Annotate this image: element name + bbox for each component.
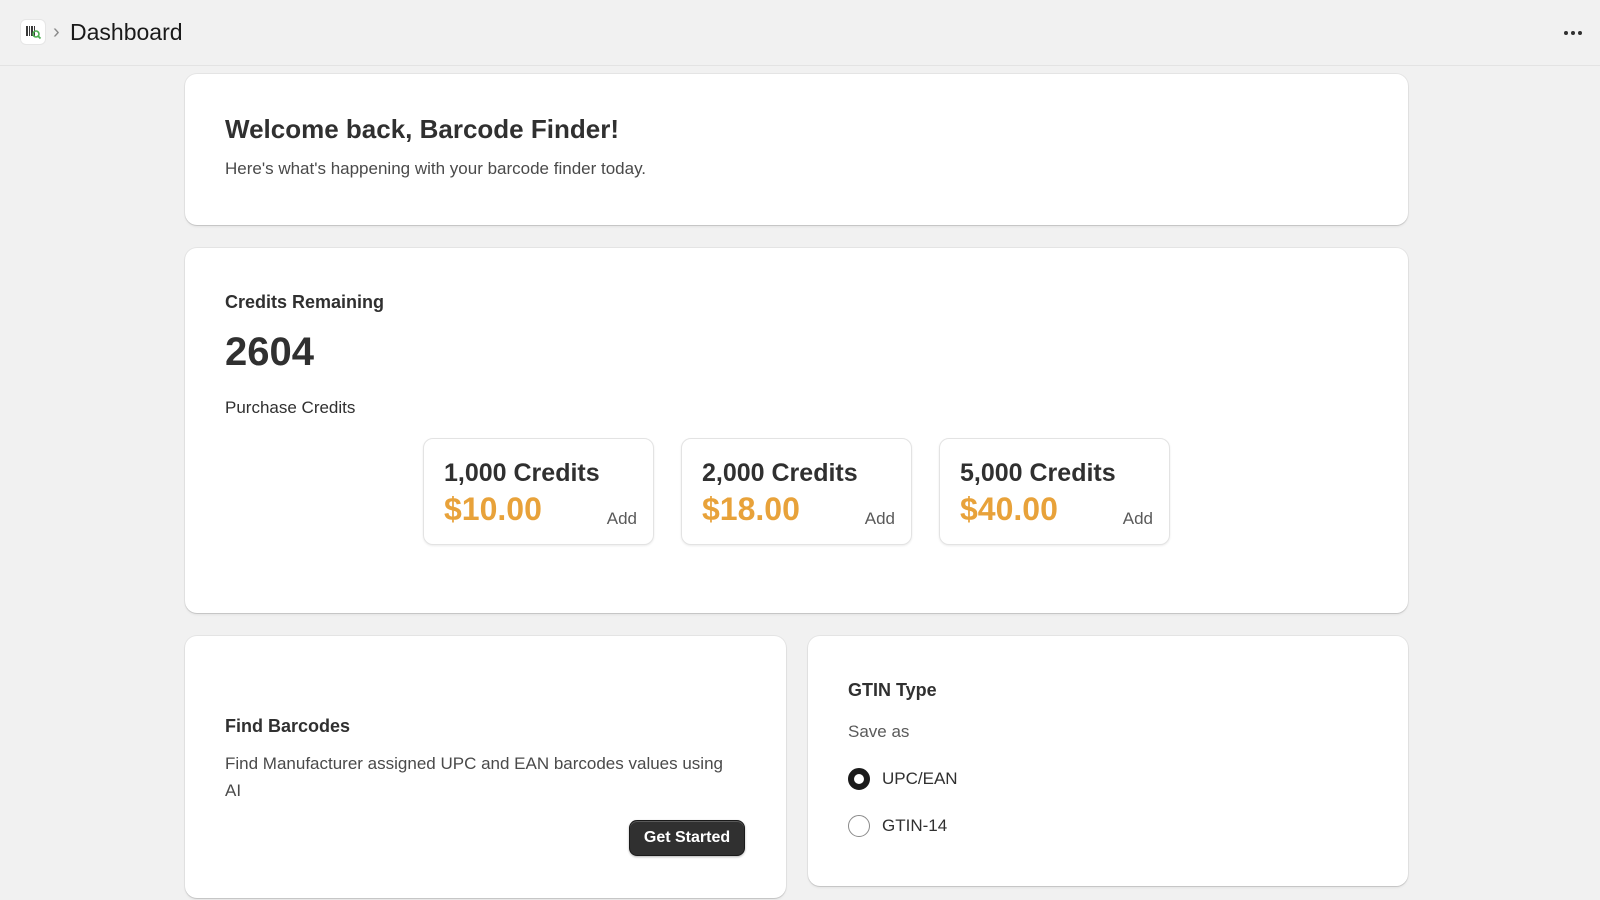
credit-package-5000[interactable]: 5,000 Credits $40.00 Add [939,438,1170,545]
radio-label: GTIN-14 [882,816,948,835]
package-title: 5,000 Credits [960,459,1116,487]
gtin-type-title: GTIN Type [848,680,937,700]
save-as-label: Save as [848,722,910,741]
find-barcodes-title: Find Barcodes [225,716,351,736]
get-started-button[interactable]: Get Started [629,820,745,856]
package-price: $40.00 [960,491,1058,527]
add-package-button[interactable]: Add [865,509,895,529]
breadcrumb-separator: › [53,21,60,43]
package-title: 1,000 Credits [444,459,600,487]
purchase-credits-label: Purchase Credits [225,398,356,417]
top-bar: › Dashboard [0,0,1600,66]
welcome-subtitle: Here's what's happening with your barcod… [225,159,647,178]
package-price: $18.00 [702,491,800,527]
add-package-button[interactable]: Add [607,509,637,529]
credits-remaining-value: 2604 [225,330,314,374]
radio-option-gtin-14[interactable]: GTIN-14 [848,815,947,837]
welcome-title: Welcome back, Barcode Finder! [225,114,619,144]
credits-card: Credits Remaining 2604 Purchase Credits … [185,248,1408,613]
credits-remaining-label: Credits Remaining [225,292,385,312]
package-title: 2,000 Credits [702,459,858,487]
find-barcodes-card: Find Barcodes Find Manufacturer assigned… [185,636,786,898]
credit-package-2000[interactable]: 2,000 Credits $18.00 Add [681,438,912,545]
radio-button-unchecked[interactable] [848,815,870,837]
radio-option-upc-ean[interactable]: UPC/EAN [848,768,958,790]
find-barcodes-description: Find Manufacturer assigned UPC and EAN b… [225,754,723,800]
package-price: $10.00 [444,491,542,527]
page-title: Dashboard [70,19,183,45]
gtin-type-card: GTIN Type Save as UPC/EAN GTIN-14 [808,636,1408,886]
barcode-app-icon[interactable] [20,19,46,45]
more-options-button[interactable] [1558,20,1588,46]
add-package-button[interactable]: Add [1123,509,1153,529]
credit-package-1000[interactable]: 1,000 Credits $10.00 Add [423,438,654,545]
barcode-icon [26,26,42,40]
welcome-card: Welcome back, Barcode Finder! Here's wha… [185,74,1408,225]
radio-label: UPC/EAN [882,769,958,788]
radio-button-checked[interactable] [848,768,870,790]
more-horizontal-icon [1564,31,1568,35]
